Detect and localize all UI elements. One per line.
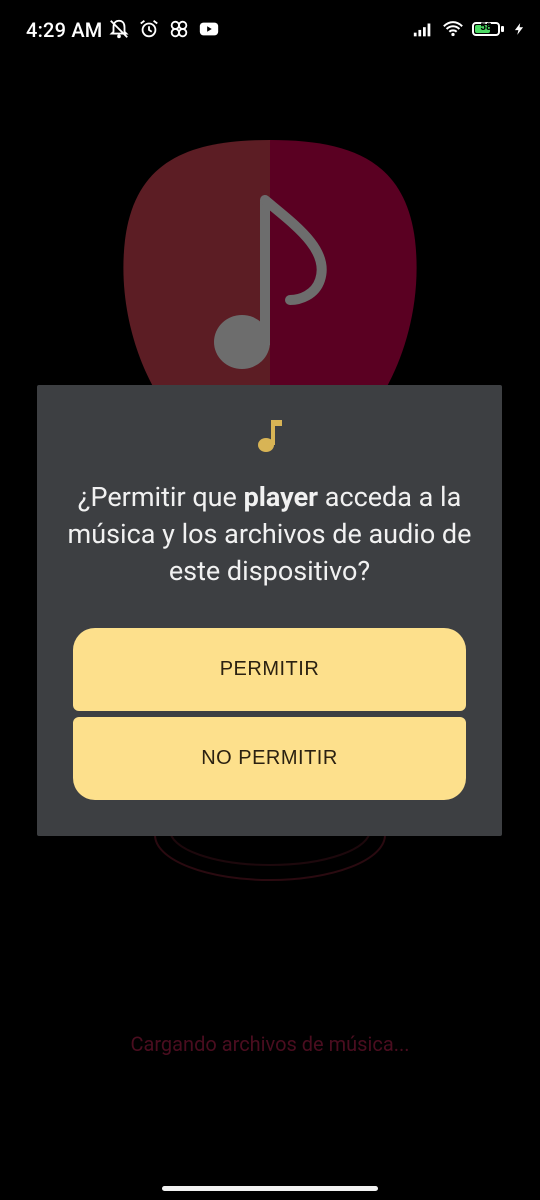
charging-icon: [514, 23, 524, 35]
title-app-name: player: [243, 481, 319, 513]
alarm-icon: [140, 20, 158, 38]
allow-button[interactable]: PERMITIR: [73, 628, 466, 711]
dialog-title: ¿Permitir que player acceda a la música …: [67, 479, 472, 590]
notifications-off-icon: [109, 19, 129, 39]
status-right-icons: 58: [412, 18, 526, 40]
pinwheel-icon: [170, 20, 188, 38]
wifi-icon: [443, 21, 463, 37]
deny-button[interactable]: NO PERMITIR: [73, 717, 466, 800]
status-left-icons: [108, 18, 220, 40]
battery-icon: 58: [472, 22, 504, 36]
signal-icon: [413, 23, 431, 37]
battery-level: 58: [480, 22, 492, 33]
permission-dialog: ¿Permitir que player acceda a la música …: [37, 385, 502, 836]
title-prefix: ¿Permitir que: [77, 481, 244, 513]
loading-status-text: Cargando archivos de música...: [130, 1032, 410, 1056]
status-bar: 4:29 AM 58: [0, 0, 540, 60]
navigation-handle[interactable]: [162, 1186, 378, 1191]
status-time: 4:29 AM: [26, 18, 103, 42]
youtube-icon: [199, 22, 219, 36]
music-note-icon: [258, 420, 282, 452]
